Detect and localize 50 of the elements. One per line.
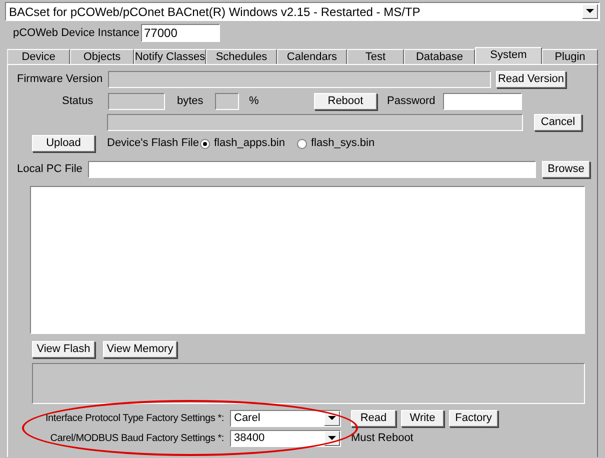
field-label: pCOWeb Device Instance xyxy=(13,26,140,41)
factory-button[interactable]: Write xyxy=(401,410,444,427)
tab[interactable]: Test xyxy=(347,49,404,64)
tab[interactable]: Objects xyxy=(70,49,134,64)
tab[interactable]: Notify Classes xyxy=(134,49,206,64)
cancel-button[interactable]: Cancel xyxy=(534,114,582,131)
setting-dropdown[interactable]: 38400 xyxy=(230,430,341,447)
note-text: Must Reboot xyxy=(351,431,414,446)
instance-field[interactable]: 77000 xyxy=(141,24,220,42)
view-button[interactable]: View Memory xyxy=(103,341,177,358)
percent-field xyxy=(215,93,239,110)
version-field[interactable] xyxy=(108,71,491,88)
radio-option[interactable]: flash_apps.bin xyxy=(200,135,297,152)
field-label: bytes xyxy=(177,94,204,110)
tab[interactable]: System xyxy=(475,47,542,64)
caret-icon xyxy=(328,416,336,421)
factory-button[interactable]: Factory xyxy=(449,410,498,427)
radio-option[interactable]: flash_sys.bin xyxy=(297,135,375,152)
view-button[interactable]: View Flash xyxy=(32,341,95,358)
file-path-field[interactable] xyxy=(88,161,536,178)
factory-button[interactable]: Read xyxy=(351,410,396,427)
field-label: Device's Flash File xyxy=(107,136,200,152)
field-label: % xyxy=(249,94,260,110)
upload-button[interactable]: Upload xyxy=(32,135,95,152)
field-label: Status xyxy=(62,94,94,110)
tab[interactable]: Database xyxy=(404,49,475,64)
field-label: Firmware Version xyxy=(17,72,104,88)
field-label: Carel/MODBUS Baud Factory Settings *: xyxy=(49,432,225,446)
dropdown-button[interactable] xyxy=(324,411,340,426)
title-dropdown[interactable]: BACset for pCOWeb/pCOnet BACnet(R) Windows v2.15 - Restarted - MS/TP xyxy=(5,2,600,21)
tab[interactable]: Calendars xyxy=(277,49,347,64)
caret-icon xyxy=(328,436,336,441)
tab[interactable]: Device xyxy=(7,49,70,64)
browse-button[interactable]: Browse xyxy=(542,161,590,178)
field-label: Local PC File xyxy=(17,162,84,178)
reboot-button[interactable]: Reboot xyxy=(314,93,377,110)
tab[interactable]: Plugin xyxy=(542,49,598,64)
setting-dropdown[interactable]: Carel xyxy=(230,410,341,427)
read-version-button[interactable]: Read Version xyxy=(496,71,566,88)
field-label: Interface Protocol Type Factory Settings *: xyxy=(44,412,225,426)
combo-value: 38400 xyxy=(234,433,265,444)
password-field[interactable] xyxy=(443,93,522,110)
combo-value: BACset for pCOWeb/pCOnet BACnet(R) Windows v2.15 - Restarted - MS/TP xyxy=(9,6,420,18)
caret-icon xyxy=(586,9,594,14)
combo-value: Carel xyxy=(234,413,260,424)
dropdown-button[interactable] xyxy=(582,4,598,19)
tab[interactable]: Schedules xyxy=(206,49,277,64)
status-field xyxy=(108,93,165,110)
dropdown-button[interactable] xyxy=(324,431,340,446)
field-label: Password xyxy=(387,94,436,110)
